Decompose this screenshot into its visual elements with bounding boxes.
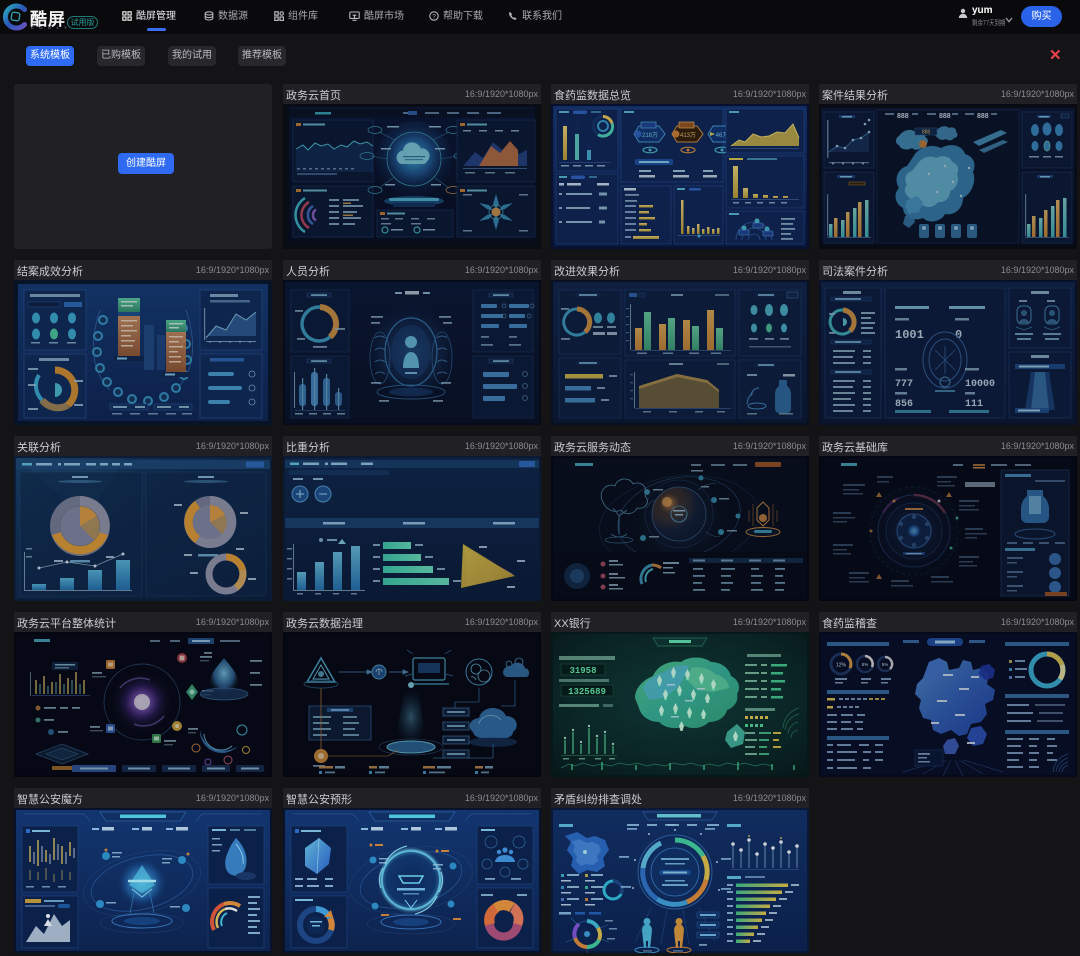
svg-text:777: 777 [895, 379, 913, 390]
svg-text:888: 888 [939, 113, 951, 120]
svg-text:111: 111 [965, 399, 983, 410]
svg-text:888: 888 [922, 130, 931, 136]
svg-text:31958: 31958 [569, 666, 596, 676]
svg-text:0: 0 [955, 328, 962, 342]
svg-text:1325689: 1325689 [568, 687, 606, 697]
svg-text:12%: 12% [836, 663, 847, 669]
svg-text:10000: 10000 [965, 379, 995, 390]
svg-text:413万: 413万 [680, 132, 696, 139]
svg-text:856: 856 [895, 399, 913, 410]
svg-text:218万: 218万 [642, 132, 658, 139]
svg-text:8%: 8% [862, 662, 869, 667]
svg-text:888: 888 [897, 113, 909, 120]
svg-text:888: 888 [977, 113, 989, 120]
svg-text:?: ? [432, 13, 436, 20]
svg-text:5%: 5% [882, 662, 889, 667]
svg-text:1001: 1001 [895, 328, 924, 342]
